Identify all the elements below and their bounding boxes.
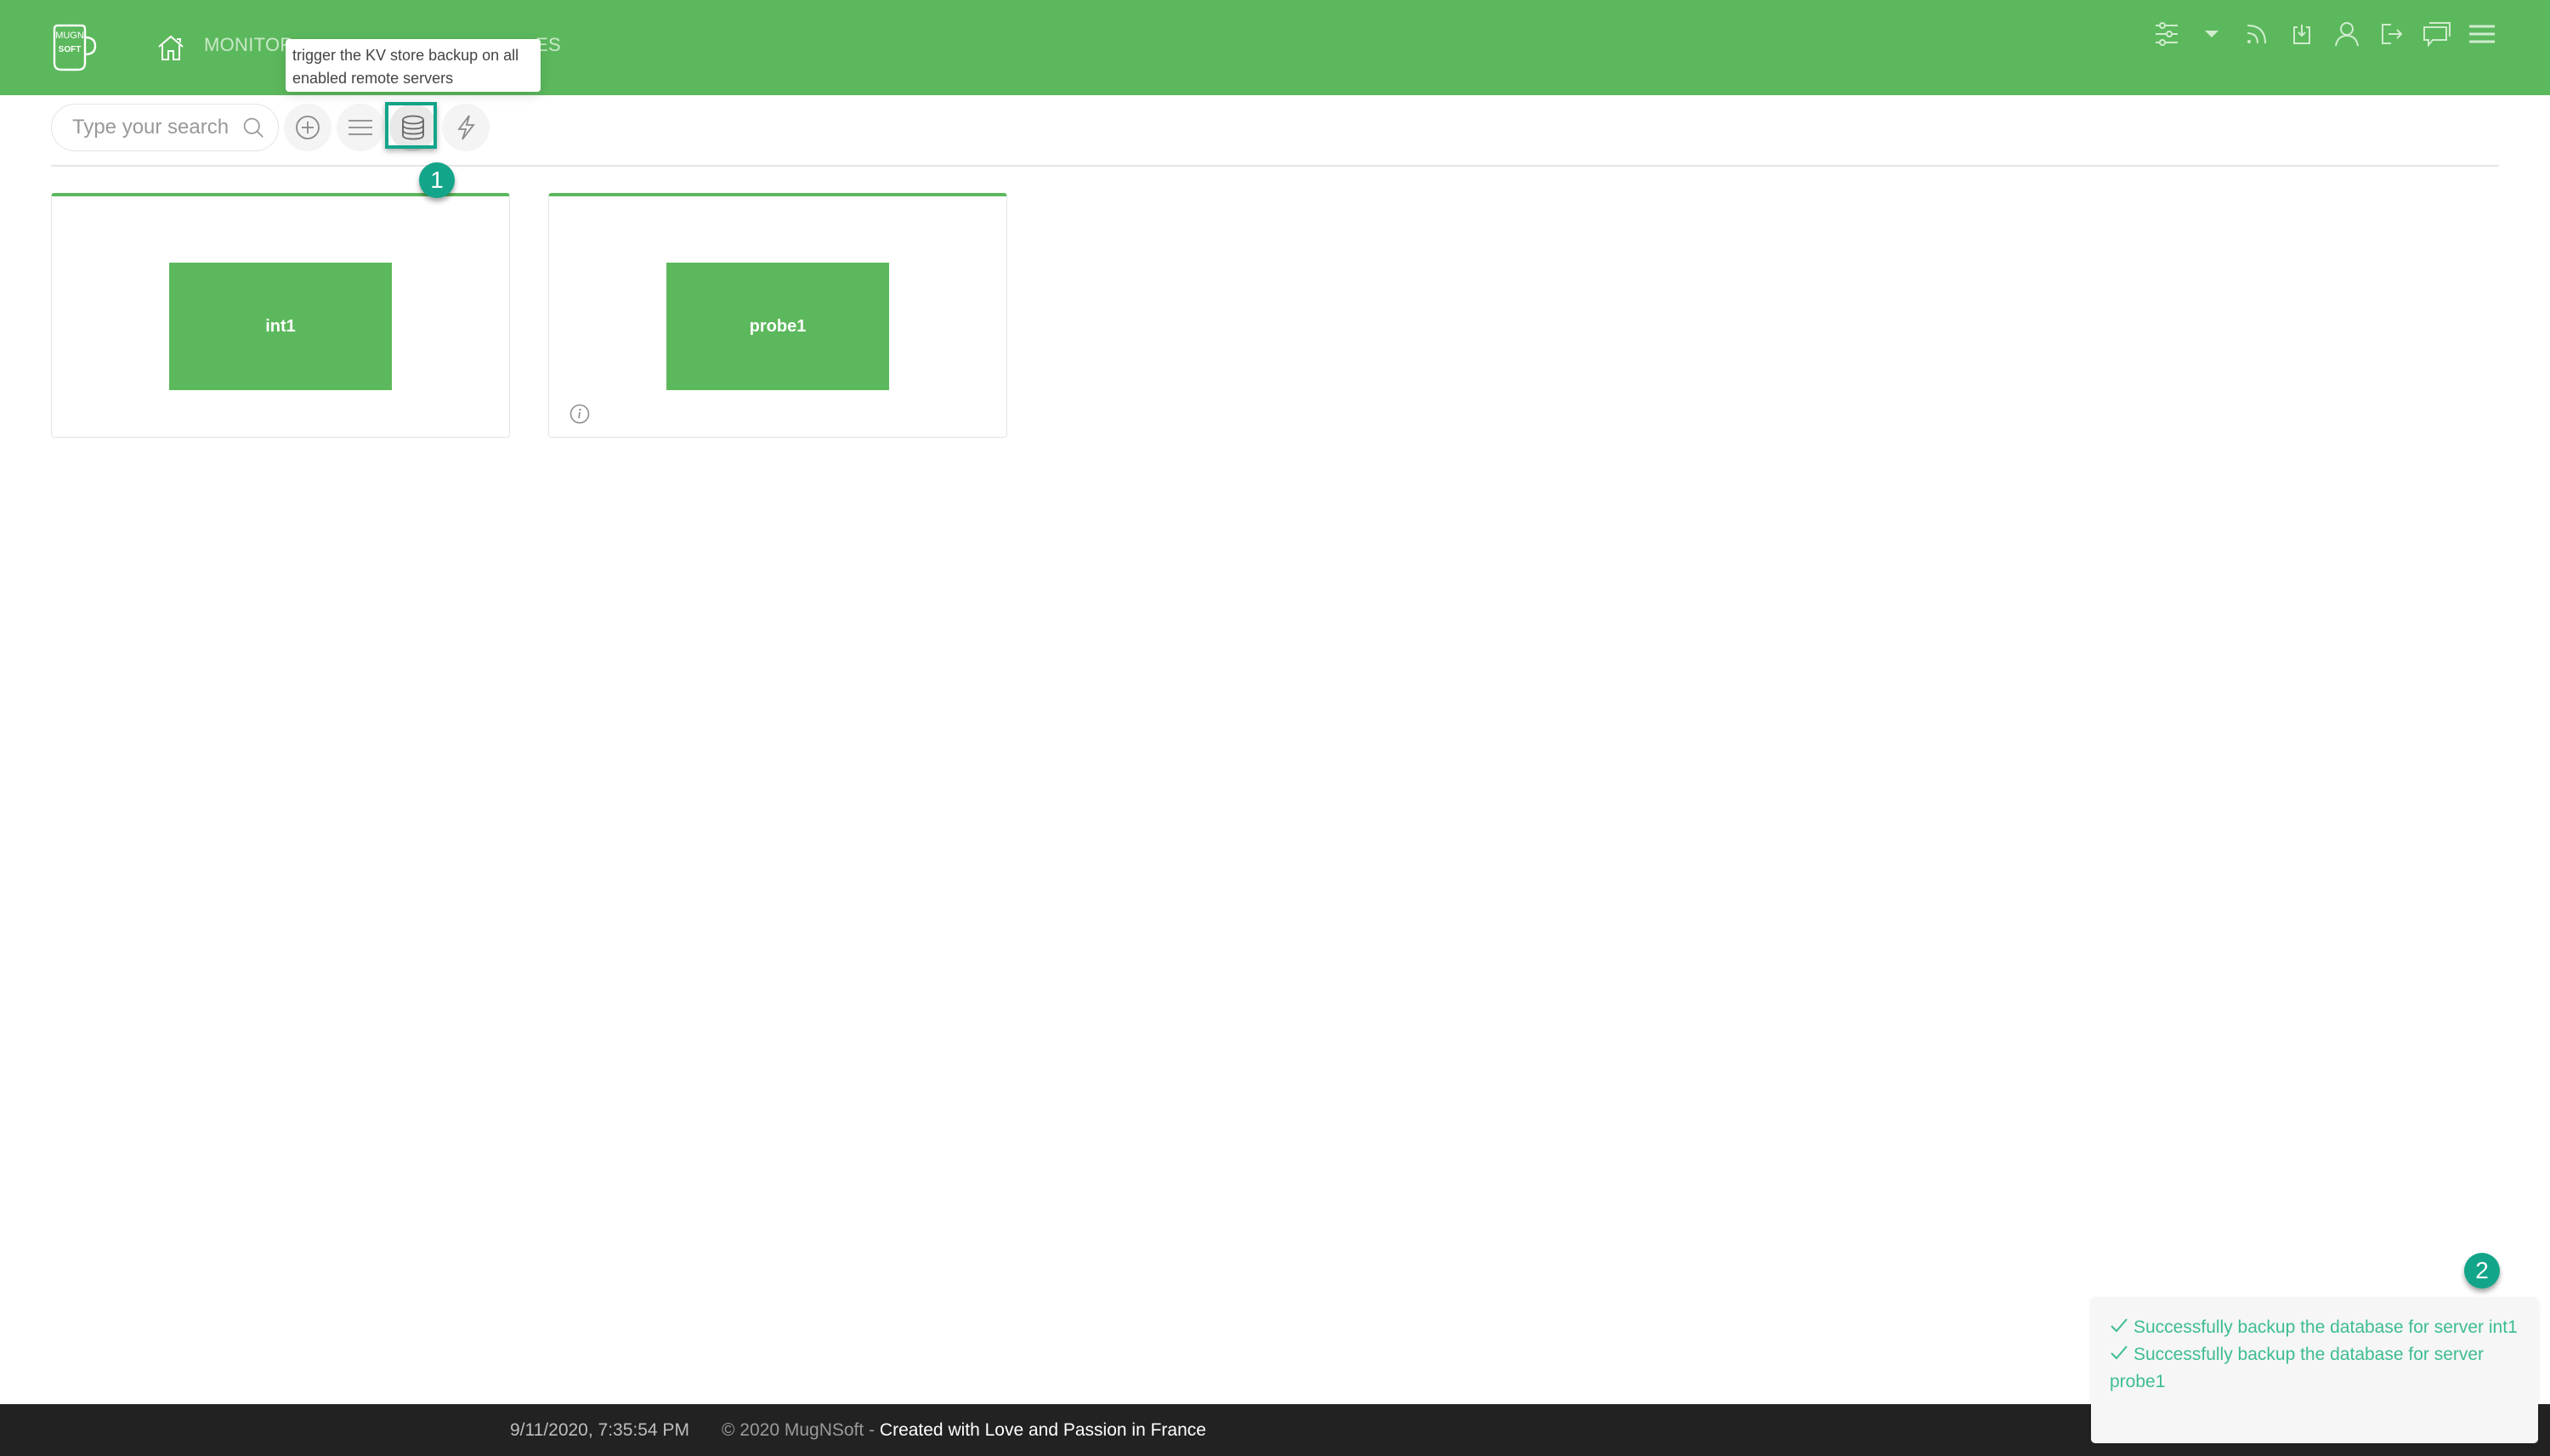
caret-down-icon[interactable]: [2195, 17, 2229, 51]
toolbar: [51, 104, 490, 151]
list-view-button[interactable]: [337, 104, 384, 151]
backup-tooltip: trigger the KV store backup on all enabl…: [286, 39, 541, 92]
user-icon[interactable]: [2330, 17, 2364, 51]
info-icon[interactable]: [570, 404, 590, 424]
server-card-probe1[interactable]: probe1: [548, 193, 1007, 438]
footer-copyright: © 2020 MugNSoft - Created with Love and …: [722, 1420, 1206, 1441]
copyright-text: © 2020 MugNSoft -: [722, 1420, 880, 1440]
search-box: [51, 104, 279, 151]
nav-monitor[interactable]: MONITOR: [204, 34, 294, 56]
hamburger-menu-icon[interactable]: [2465, 17, 2499, 51]
annotation-badge-1: 1: [419, 162, 455, 198]
add-server-button[interactable]: [284, 104, 332, 151]
list-icon: [348, 120, 372, 135]
server-name: int1: [265, 316, 296, 336]
home-icon[interactable]: [156, 34, 185, 61]
server-tile[interactable]: probe1: [666, 263, 889, 390]
chat-icon[interactable]: [2420, 17, 2454, 51]
lightning-icon: [457, 115, 475, 140]
header-actions: [2139, 17, 2499, 51]
mugnsoft-logo[interactable]: MUGN SOFT: [49, 24, 100, 71]
toast-message-text: Successfully backup the database for ser…: [2110, 1345, 2485, 1391]
divider: [51, 165, 2499, 167]
sliders-icon[interactable]: [2150, 17, 2184, 51]
check-icon: [2111, 1346, 2128, 1360]
footer-datetime: 9/11/2020, 7:35:54 PM: [510, 1420, 689, 1440]
toast-message: Successfully backup the database for ser…: [2110, 1314, 2519, 1341]
logo-top-text: MUGN: [55, 31, 84, 41]
created-text: Created with Love and Passion in France: [879, 1420, 1206, 1440]
notification-toast[interactable]: Successfully backup the database for ser…: [2091, 1297, 2538, 1443]
check-icon: [2111, 1318, 2128, 1333]
backup-kv-store-button[interactable]: [389, 104, 437, 151]
server-card-int1[interactable]: int1: [51, 193, 510, 438]
toast-message-text: Successfully backup the database for ser…: [2134, 1317, 2518, 1337]
logo-bottom-text: SOFT: [59, 45, 82, 54]
download-icon[interactable]: [2285, 17, 2319, 51]
server-name: probe1: [749, 316, 807, 336]
server-tile[interactable]: int1: [169, 263, 392, 390]
database-icon: [402, 115, 424, 140]
annotation-badge-2: 2: [2464, 1253, 2500, 1289]
search-input[interactable]: [72, 116, 234, 139]
search-icon[interactable]: [242, 115, 264, 140]
logout-icon[interactable]: [2375, 17, 2409, 51]
rss-icon[interactable]: [2240, 17, 2274, 51]
add-circle-icon: [296, 116, 320, 139]
toast-message: Successfully backup the database for ser…: [2110, 1341, 2519, 1396]
trigger-button[interactable]: [442, 104, 490, 151]
